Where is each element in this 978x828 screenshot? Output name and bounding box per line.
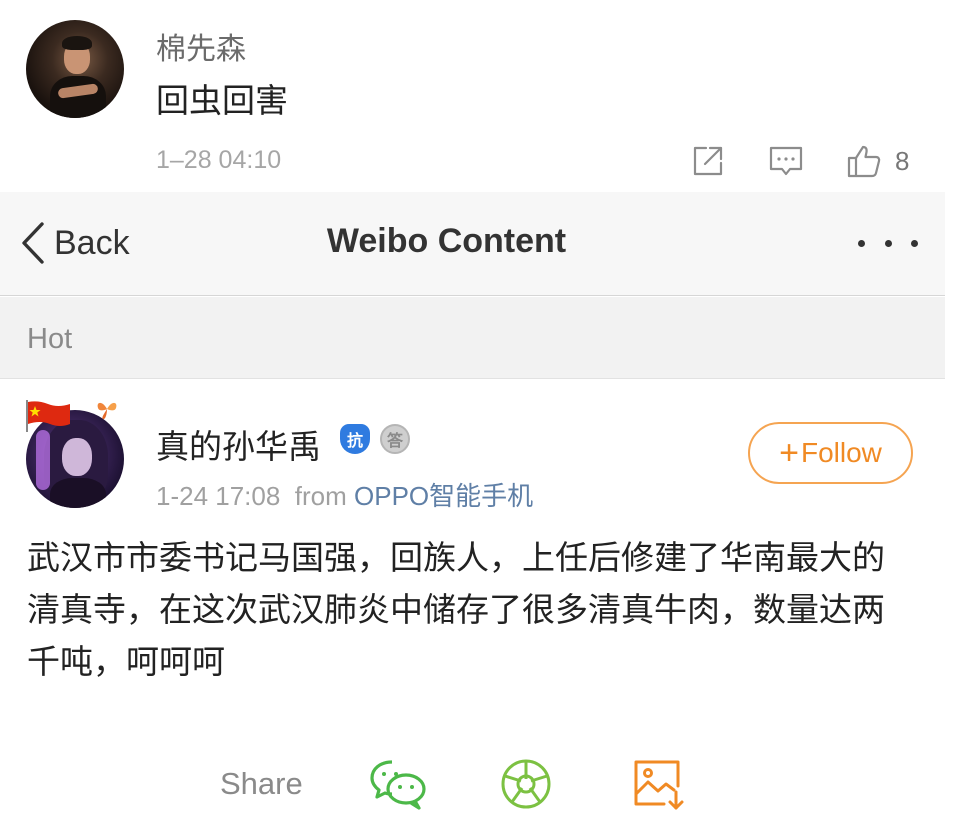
comment-username[interactable]: 棉先森 <box>156 24 246 68</box>
post-timestamp: 1-24 17:08 <box>156 481 281 511</box>
section-header-hot: Hot <box>0 297 945 379</box>
share-icon[interactable] <box>690 143 726 179</box>
medal-badge-icon[interactable]: 答 <box>380 424 410 454</box>
post-from-label: from <box>294 481 347 511</box>
anti-epidemic-badge-icon[interactable]: 抗 <box>340 424 370 454</box>
page-title: Weibo Content <box>326 222 567 260</box>
post-meta: 1-24 17:08 from OPPO智能手机 <box>156 476 533 513</box>
post-content: 武汉市市委书记马国强，回族人，上任后修建了华南最大的清真寺，在这次武汉肺炎中储存… <box>27 539 885 680</box>
comment-item: 棉先森 回虫回害 1–28 04:10 8 <box>0 0 978 192</box>
china-flag-icon <box>26 400 70 432</box>
comment-timestamp: 1–28 04:10 <box>156 146 282 174</box>
moments-icon[interactable] <box>496 756 556 812</box>
plus-icon: + <box>779 434 799 472</box>
comment-icon[interactable] <box>768 143 804 179</box>
post-source-link[interactable]: OPPO智能手机 <box>354 481 533 511</box>
share-label: Share <box>220 766 303 801</box>
follow-label: Follow <box>800 437 882 468</box>
navigation-bar: Back Weibo Content <box>0 192 945 296</box>
comment-text: 回虫回害 <box>156 82 288 119</box>
butterfly-icon <box>97 402 117 420</box>
save-image-icon[interactable] <box>628 756 688 812</box>
wechat-icon[interactable] <box>368 756 428 812</box>
like-count: 8 <box>895 146 910 176</box>
comment-avatar[interactable] <box>26 20 124 118</box>
section-label: Hot <box>27 323 73 355</box>
weibo-post: 真的孙华禹 抗 答 1-24 17:08 from OPPO智能手机 + Fol… <box>0 380 978 828</box>
like-icon[interactable] <box>846 143 882 179</box>
post-username[interactable]: 真的孙华禹 <box>156 420 321 468</box>
more-icon[interactable] <box>858 230 918 256</box>
follow-button[interactable]: + Follow <box>748 422 913 484</box>
